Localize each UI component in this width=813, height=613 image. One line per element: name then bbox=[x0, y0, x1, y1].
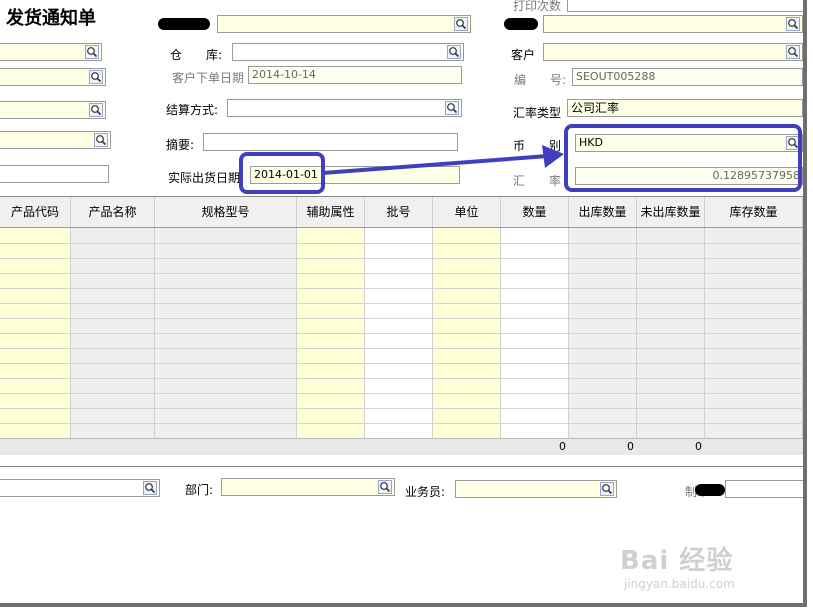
row-line bbox=[0, 348, 803, 349]
salesperson-label: 业务员: bbox=[405, 485, 446, 499]
watermark: Bai 经验 jingyan.baidu.com bbox=[620, 540, 735, 591]
row-line bbox=[0, 258, 803, 259]
left-field-2[interactable] bbox=[0, 68, 106, 86]
lookup-icon[interactable] bbox=[600, 482, 614, 496]
total-not-out-qty: 0 bbox=[695, 440, 702, 453]
top-right-lookup-field[interactable] bbox=[543, 15, 803, 33]
col-header-out-qty[interactable]: 出库数量 bbox=[569, 197, 637, 227]
grid-totals-row: 0 0 0 bbox=[0, 438, 803, 455]
settlement-field[interactable] bbox=[227, 99, 462, 117]
rate-type-field[interactable]: 公司汇率 bbox=[567, 99, 803, 117]
left-field-3[interactable] bbox=[0, 101, 106, 119]
col-header-spec[interactable]: 规格型号 bbox=[155, 197, 297, 227]
row-line bbox=[0, 288, 803, 289]
lookup-icon[interactable] bbox=[89, 103, 103, 117]
redacted-label bbox=[158, 18, 210, 30]
row-line bbox=[0, 303, 803, 304]
watermark-url: jingyan.baidu.com bbox=[624, 577, 735, 591]
rate-type-value: 公司汇率 bbox=[571, 101, 620, 115]
lookup-icon[interactable] bbox=[447, 45, 461, 59]
warehouse-field[interactable] bbox=[232, 43, 464, 61]
row-line bbox=[0, 333, 803, 334]
row-line bbox=[0, 378, 803, 379]
print-count-field bbox=[567, 0, 803, 12]
salesperson-field[interactable] bbox=[455, 480, 617, 498]
total-qty: 0 bbox=[559, 440, 566, 453]
redacted-label bbox=[504, 18, 538, 30]
department-field[interactable] bbox=[221, 478, 395, 496]
col-header-product-code[interactable]: 产品代码 bbox=[0, 197, 71, 227]
left-field-1[interactable] bbox=[0, 43, 102, 61]
col-header-product-name[interactable]: 产品名称 bbox=[71, 197, 155, 227]
print-count-label: 打印次数 bbox=[513, 0, 562, 13]
maker-field bbox=[725, 480, 803, 498]
row-line bbox=[0, 318, 803, 319]
row-line bbox=[0, 273, 803, 274]
total-out-qty: 0 bbox=[627, 440, 634, 453]
arrow-icon bbox=[322, 145, 564, 175]
col-header-stock-qty[interactable]: 库存数量 bbox=[705, 197, 803, 227]
lookup-icon[interactable] bbox=[94, 133, 108, 147]
highlight-currency-rate bbox=[564, 124, 802, 192]
top-lookup-field[interactable] bbox=[217, 15, 471, 33]
rate-type-label: 汇率类型 bbox=[513, 106, 562, 120]
grid-header: 产品代码 产品名称 规格型号 辅助属性 批号 单位 数量 出库数量 未出库数量 … bbox=[0, 197, 803, 228]
col-header-aux-attr[interactable]: 辅助属性 bbox=[297, 197, 365, 227]
col-header-batch[interactable]: 批号 bbox=[365, 197, 433, 227]
highlight-ship-date bbox=[239, 152, 325, 194]
actual-ship-date-label: 实际出货日期 bbox=[168, 171, 241, 185]
col-header-qty[interactable]: 数量 bbox=[501, 197, 569, 227]
footer-left-field[interactable] bbox=[0, 479, 160, 497]
department-label: 部门: bbox=[185, 483, 214, 497]
row-line bbox=[0, 408, 803, 409]
lookup-icon[interactable] bbox=[85, 45, 99, 59]
customer-order-date-field: 2014-10-14 bbox=[248, 66, 462, 84]
row-line bbox=[0, 363, 803, 364]
left-field-4[interactable] bbox=[0, 131, 111, 149]
watermark-brand: Bai 经验 bbox=[620, 546, 734, 576]
number-field: SEOUT005288 bbox=[572, 68, 803, 86]
lookup-icon[interactable] bbox=[786, 45, 800, 59]
settlement-label: 结算方式: bbox=[166, 103, 219, 117]
lookup-icon[interactable] bbox=[445, 101, 459, 115]
lookup-icon[interactable] bbox=[143, 481, 157, 495]
window-frame: 发货通知单 打印次数 仓 库: 客户下单日期 2014-10-14 结算方式: … bbox=[0, 0, 807, 607]
row-line bbox=[0, 243, 803, 244]
number-label: 编 号: bbox=[514, 73, 567, 87]
lookup-icon[interactable] bbox=[378, 480, 392, 494]
lookup-icon[interactable] bbox=[89, 70, 103, 84]
left-field-5[interactable] bbox=[0, 165, 109, 183]
col-header-unit[interactable]: 单位 bbox=[433, 197, 501, 227]
customer-order-date-label: 客户下单日期 bbox=[172, 71, 245, 85]
lookup-icon[interactable] bbox=[454, 17, 468, 31]
warehouse-label: 仓 库: bbox=[170, 48, 223, 62]
redacted-maker bbox=[695, 484, 725, 496]
lookup-icon[interactable] bbox=[786, 17, 800, 31]
customer-label: 客户 bbox=[511, 48, 536, 62]
footer-divider bbox=[0, 466, 803, 467]
detail-grid: 产品代码 产品名称 规格型号 辅助属性 批号 单位 数量 出库数量 未出库数量 … bbox=[0, 196, 803, 455]
form-title: 发货通知单 bbox=[6, 8, 96, 29]
col-header-not-out-qty[interactable]: 未出库数量 bbox=[637, 197, 705, 227]
customer-field[interactable] bbox=[543, 43, 803, 61]
summary-label: 摘要: bbox=[166, 138, 195, 152]
row-line bbox=[0, 423, 803, 424]
row-line bbox=[0, 393, 803, 394]
